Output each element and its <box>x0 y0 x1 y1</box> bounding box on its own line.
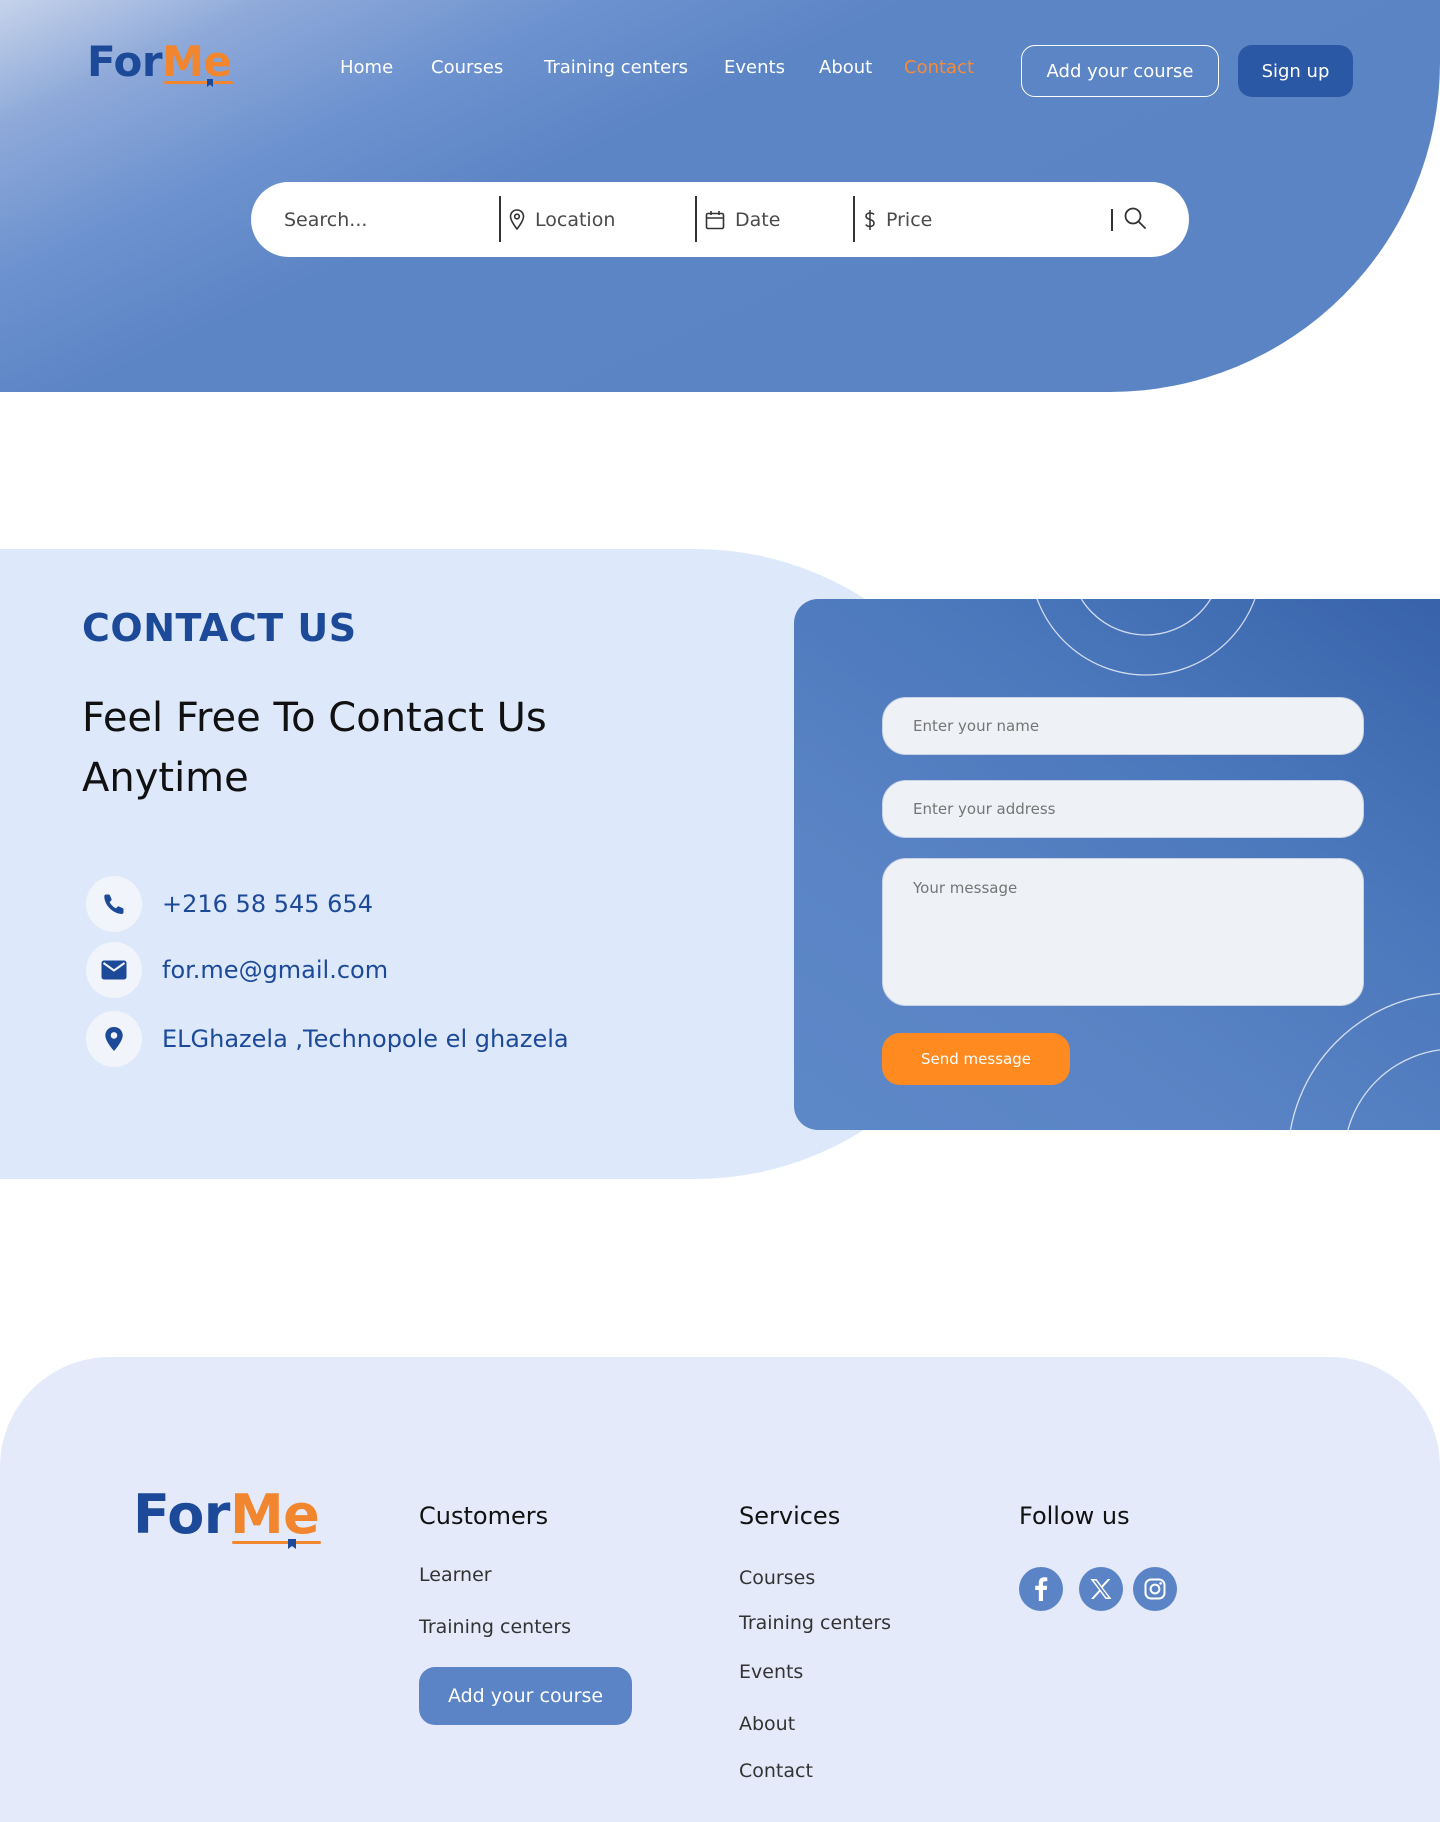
phone-icon <box>86 876 142 932</box>
footer-add-course-button[interactable]: Add your course <box>419 1667 632 1725</box>
contact-address[interactable]: ELGhazela ,Technopole el ghazela <box>86 1011 569 1067</box>
email-address: for.me@gmail.com <box>162 956 389 984</box>
street-address: ELGhazela ,Technopole el ghazela <box>162 1025 569 1053</box>
search-divider <box>695 196 697 242</box>
nav-home[interactable]: Home <box>340 57 393 78</box>
calendar-icon <box>705 210 725 230</box>
brand-logo[interactable]: ForMe <box>87 37 232 87</box>
price-label: Price <box>886 208 933 231</box>
footer <box>0 1357 1440 1822</box>
footer-link-about[interactable]: About <box>739 1713 795 1735</box>
location-label: Location <box>535 208 616 231</box>
contact-title: CONTACT US <box>82 606 357 650</box>
phone-number: +216 58 545 654 <box>162 890 373 918</box>
footer-logo[interactable]: ForMe <box>133 1483 320 1549</box>
footer-link-contact[interactable]: Contact <box>739 1760 813 1782</box>
nav-courses[interactable]: Courses <box>431 57 503 78</box>
footer-link-courses[interactable]: Courses <box>739 1567 815 1589</box>
footer-link-learner[interactable]: Learner <box>419 1564 492 1586</box>
dollar-icon <box>864 209 876 231</box>
nav-training-centers[interactable]: Training centers <box>544 57 688 78</box>
logo-me: Me <box>162 37 232 86</box>
signup-button[interactable]: Sign up <box>1238 45 1353 97</box>
logo-for: For <box>87 37 163 86</box>
footer-customers-heading: Customers <box>419 1502 549 1530</box>
footer-link-training-centers[interactable]: Training centers <box>419 1616 571 1638</box>
x-icon[interactable] <box>1079 1567 1123 1611</box>
add-course-button[interactable]: Add your course <box>1021 45 1219 97</box>
logo-me: Me <box>229 1483 320 1546</box>
nav-events[interactable]: Events <box>724 57 785 78</box>
search-divider <box>853 196 855 242</box>
contact-subtitle: Feel Free To Contact Us Anytime <box>82 695 547 801</box>
logo-for: For <box>133 1483 230 1546</box>
footer-link-events[interactable]: Events <box>739 1661 803 1683</box>
footer-follow-heading: Follow us <box>1019 1502 1130 1530</box>
search-input[interactable]: Search... <box>284 182 367 257</box>
location-pin-icon <box>509 208 525 231</box>
contact-form: Send message <box>794 599 1440 1130</box>
footer-services-heading: Services <box>739 1502 841 1530</box>
instagram-icon[interactable] <box>1133 1567 1177 1611</box>
search-bar: Search... Location Date Price <box>251 182 1189 257</box>
location-pin-icon <box>86 1011 142 1067</box>
email-icon <box>86 942 142 998</box>
search-divider <box>1111 209 1113 231</box>
send-message-button[interactable]: Send message <box>882 1033 1070 1085</box>
search-button[interactable] <box>1111 200 1147 240</box>
facebook-icon[interactable] <box>1019 1567 1063 1611</box>
search-icon <box>1123 206 1147 234</box>
price-field[interactable]: Price <box>864 182 932 257</box>
date-field[interactable]: Date <box>705 182 780 257</box>
nav-contact[interactable]: Contact <box>904 57 974 78</box>
location-field[interactable]: Location <box>509 182 615 257</box>
footer-link-training-centers[interactable]: Training centers <box>739 1612 891 1634</box>
message-input[interactable] <box>882 858 1364 1006</box>
contact-email[interactable]: for.me@gmail.com <box>86 942 388 998</box>
address-input[interactable] <box>882 780 1364 838</box>
search-divider <box>499 196 501 242</box>
name-input[interactable] <box>882 697 1364 755</box>
nav-about[interactable]: About <box>819 57 872 78</box>
contact-phone[interactable]: +216 58 545 654 <box>86 876 373 932</box>
date-label: Date <box>735 208 781 231</box>
